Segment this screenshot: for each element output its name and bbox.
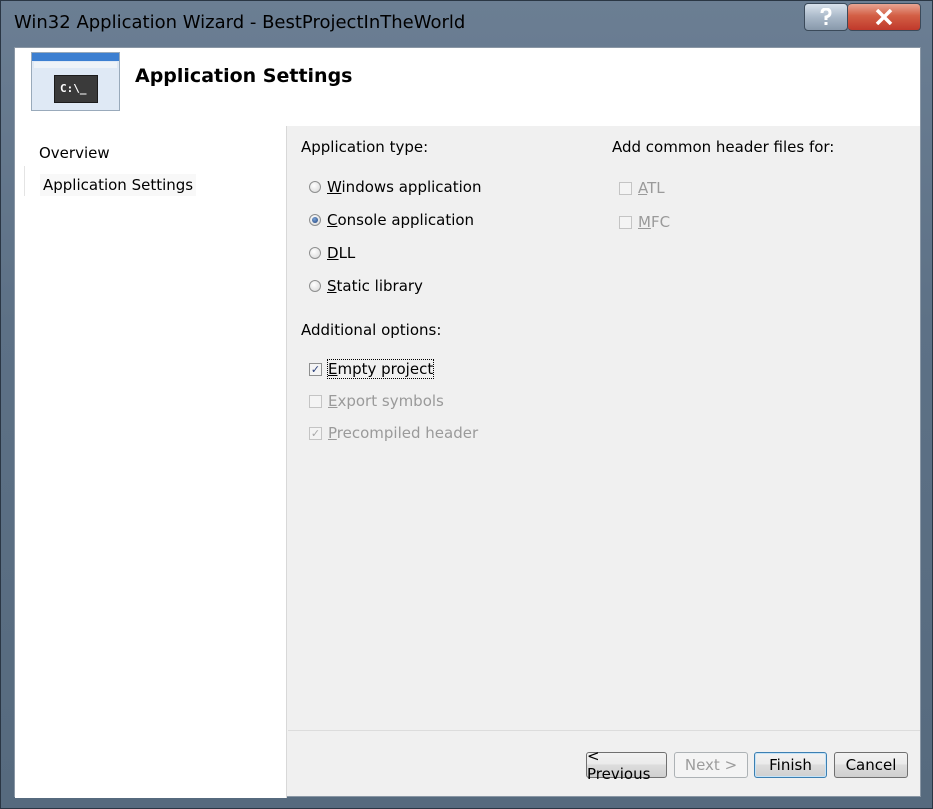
checkbox-mfc[interactable]: MFC <box>619 213 670 231</box>
console-illustration-text: C:\_ <box>54 75 98 103</box>
checkbox-disabled[interactable] <box>309 394 322 408</box>
x-close-icon <box>875 9 893 25</box>
radio-button[interactable] <box>309 247 321 259</box>
check-mark-icon: ✓ <box>310 362 321 376</box>
additional-options-label: Additional options: <box>301 321 442 339</box>
header-files-label: Add common header files for: <box>612 138 835 156</box>
page-title: Application Settings <box>135 65 353 87</box>
checkbox-atl[interactable]: ATL <box>619 179 665 197</box>
previous-button[interactable]: < Previous <box>586 747 667 783</box>
close-button[interactable] <box>848 3 921 31</box>
checkbox-export-symbols[interactable]: Export symbols <box>309 392 444 410</box>
nav-item-application-settings[interactable]: Application Settings <box>40 174 197 196</box>
radio-console-application[interactable]: Console application <box>309 211 474 229</box>
radio-button[interactable] <box>309 181 321 193</box>
application-type-label: Application type: <box>301 138 429 156</box>
question-mark-icon <box>819 8 833 26</box>
checkbox-checked[interactable]: ✓ <box>309 362 322 376</box>
help-button[interactable] <box>804 3 848 31</box>
radio-button[interactable] <box>309 280 321 292</box>
finish-button[interactable]: Finish <box>754 752 827 778</box>
radio-windows-application[interactable]: Windows application <box>309 178 481 196</box>
checkbox-disabled[interactable] <box>619 215 632 229</box>
footer-divider <box>288 730 920 731</box>
settings-panel: Application type: Windows application Co… <box>288 126 920 726</box>
checkbox-disabled[interactable] <box>619 181 632 195</box>
wizard-header: C:\_ Application Settings <box>15 48 920 126</box>
wizard-window: Win32 Application Wizard - BestProjectIn… <box>0 0 933 809</box>
console-app-illustration: C:\_ <box>31 52 120 111</box>
wizard-nav: Overview Application Settings <box>15 126 287 798</box>
next-button[interactable]: Next > <box>674 752 748 778</box>
radio-button-checked[interactable] <box>309 214 321 226</box>
radio-dll[interactable]: DLL <box>309 244 355 262</box>
nav-item-overview[interactable]: Overview <box>39 144 110 162</box>
checkbox-precompiled-header[interactable]: ✓ Precompiled header <box>309 424 478 442</box>
radio-static-library[interactable]: Static library <box>309 277 423 295</box>
cancel-button[interactable]: Cancel <box>834 752 908 778</box>
checkbox-empty-project[interactable]: ✓ Empty project <box>309 359 435 379</box>
window-title: Win32 Application Wizard - BestProjectIn… <box>14 12 466 33</box>
title-bar[interactable]: Win32 Application Wizard - BestProjectIn… <box>1 1 932 47</box>
check-mark-icon: ✓ <box>310 426 321 440</box>
checkbox-checked-disabled[interactable]: ✓ <box>309 426 322 440</box>
wizard-client-area: C:\_ Application Settings Overview Appli… <box>14 47 921 798</box>
